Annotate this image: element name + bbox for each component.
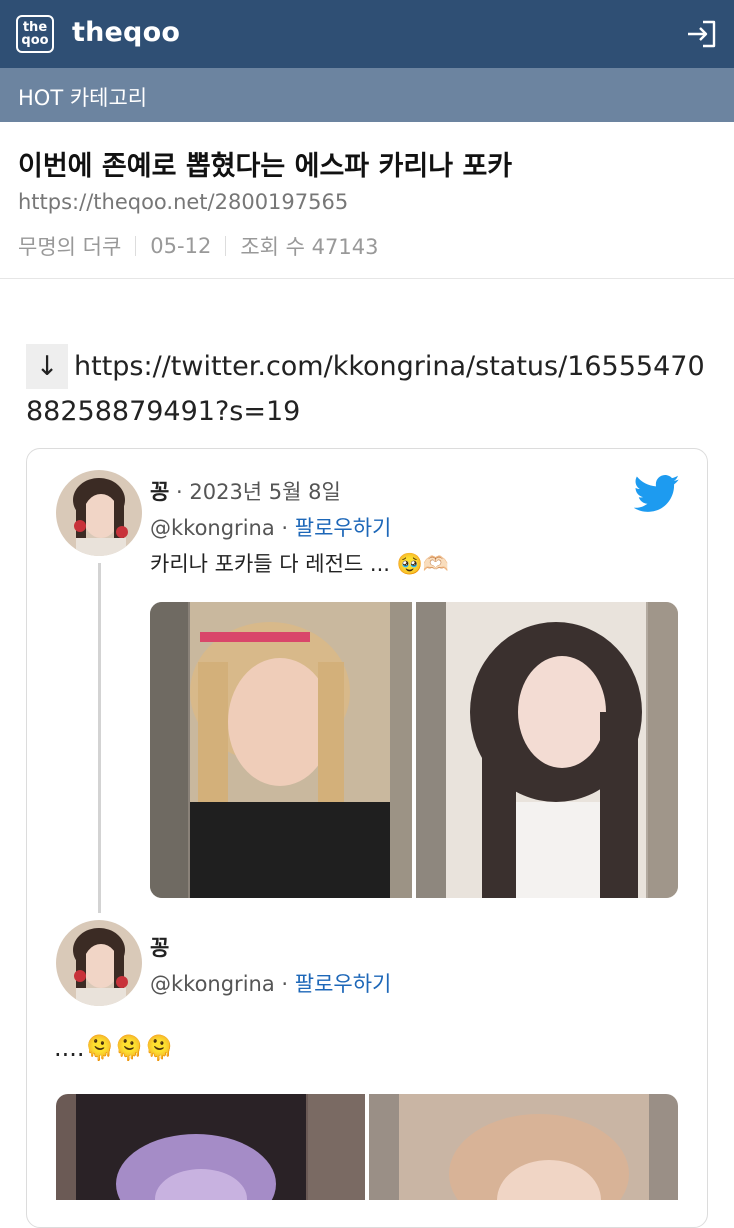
post-url[interactable]: https://theqoo.net/2800197565 bbox=[18, 190, 348, 214]
tweet-image-grid[interactable] bbox=[56, 1094, 678, 1200]
category-bar[interactable]: HOT 카테고리 bbox=[0, 68, 734, 122]
twitter-bird-icon[interactable] bbox=[634, 474, 680, 514]
brand-name[interactable]: theqoo bbox=[72, 17, 180, 48]
tweet-author-name[interactable]: 꽁 bbox=[150, 936, 169, 960]
tweet-handle-line: @kkongrina · 팔로우하기 bbox=[150, 968, 391, 998]
tweet-handle[interactable]: @kkongrina bbox=[150, 516, 275, 540]
category-label: HOT 카테고리 bbox=[18, 86, 148, 110]
twitter-link[interactable]: https://twitter.com/kkongrina/status/165… bbox=[26, 351, 705, 427]
post-author[interactable]: 무명의 더쿠 bbox=[18, 231, 121, 261]
photocard-image[interactable] bbox=[416, 602, 678, 898]
login-icon[interactable] bbox=[686, 19, 718, 49]
thread-connector-line bbox=[98, 563, 101, 913]
post-views: 조회 수 47143 bbox=[240, 235, 379, 259]
post-title: 이번에 존예로 뽑혔다는 에스파 카리나 포카 bbox=[18, 151, 513, 182]
tweet-handle[interactable]: @kkongrina bbox=[150, 972, 275, 996]
down-arrow-icon: ↓ bbox=[26, 344, 68, 389]
tweet-text: ....🫠🫠🫠 bbox=[54, 1034, 175, 1062]
logo-bottom-text: qoo bbox=[21, 33, 49, 48]
tweet-date[interactable]: · 2023년 5월 8일 bbox=[176, 480, 341, 504]
photocard-image[interactable] bbox=[369, 1094, 678, 1200]
tweet-author-line: 꽁 · 2023년 5월 8일 bbox=[150, 476, 341, 506]
dot-separator: · bbox=[281, 972, 289, 996]
tweet-handle-line: @kkongrina · 팔로우하기 bbox=[150, 512, 391, 542]
tweet-text: 카리나 포카들 다 레전드 ... 🥹🫶🏻 bbox=[150, 552, 449, 576]
avatar[interactable] bbox=[56, 470, 142, 556]
header-divider bbox=[0, 278, 734, 279]
top-bar: the qoo theqoo bbox=[0, 0, 734, 68]
post-date: 05-12 bbox=[150, 234, 212, 258]
dot-separator: · bbox=[281, 516, 289, 540]
follow-button[interactable]: 팔로우하기 bbox=[295, 972, 392, 996]
meta-divider bbox=[225, 236, 227, 256]
twitter-link-text: ↓ https://twitter.com/kkongrina/status/16… bbox=[26, 344, 716, 434]
meta-divider bbox=[135, 236, 137, 256]
tweet-author-name[interactable]: 꽁 bbox=[150, 480, 169, 504]
tweet-image-grid[interactable] bbox=[150, 602, 678, 898]
photocard-image[interactable] bbox=[150, 602, 412, 898]
tweet-author-line: 꽁 bbox=[150, 932, 169, 962]
logo[interactable]: the qoo bbox=[16, 15, 54, 53]
avatar[interactable] bbox=[56, 920, 142, 1006]
photocard-image[interactable] bbox=[56, 1094, 365, 1200]
follow-button[interactable]: 팔로우하기 bbox=[295, 516, 392, 540]
post-meta: 무명의 더쿠 05-12 조회 수 47143 bbox=[18, 231, 378, 261]
